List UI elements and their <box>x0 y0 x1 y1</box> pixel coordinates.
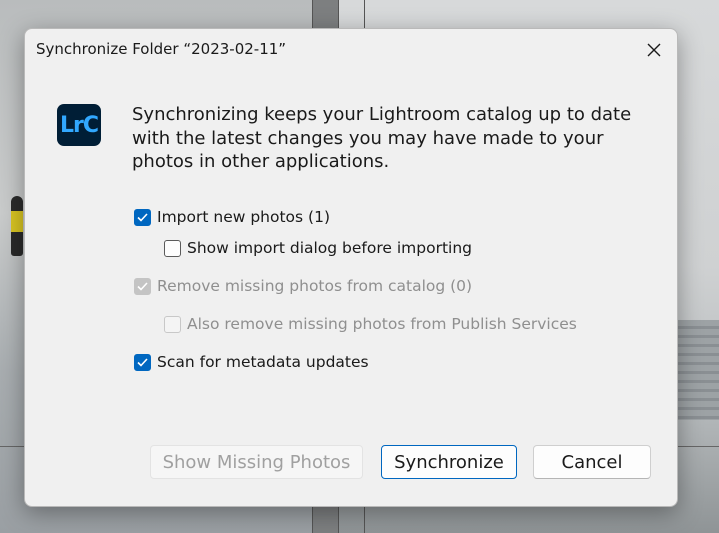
remove-missing-photos-option: Remove missing photos from catalog (0) <box>134 277 472 295</box>
remove-missing-photos-label: Remove missing photos from catalog (0) <box>157 277 473 295</box>
show-missing-photos-button: Show Missing Photos <box>150 445 363 479</box>
lightroom-classic-icon: LrC <box>57 104 101 146</box>
show-import-dialog-option[interactable]: Show import dialog before importing <box>164 239 472 257</box>
also-remove-publish-checkbox <box>164 315 181 333</box>
import-new-photos-checkbox[interactable] <box>134 208 151 226</box>
import-new-photos-option[interactable]: Import new photos (1) <box>134 208 330 226</box>
photo-water <box>678 320 719 420</box>
dialog-description: Synchronizing keeps your Lightroom catal… <box>132 104 632 172</box>
checkmark-icon <box>137 212 148 222</box>
dialog-title: Synchronize Folder “2023-02-11” <box>36 40 287 58</box>
photo-figure <box>11 196 23 256</box>
app-icon-text: LrC <box>59 112 99 138</box>
scan-metadata-label: Scan for metadata updates <box>157 353 369 371</box>
close-button[interactable] <box>639 37 669 63</box>
import-new-photos-label: Import new photos (1) <box>157 208 330 226</box>
also-remove-publish-label: Also remove missing photos from Publish … <box>187 315 577 333</box>
show-import-dialog-checkbox[interactable] <box>164 239 181 257</box>
show-import-dialog-label: Show import dialog before importing <box>187 239 473 257</box>
close-icon <box>647 43 661 57</box>
also-remove-publish-option: Also remove missing photos from Publish … <box>164 315 577 333</box>
checkmark-icon <box>137 281 148 291</box>
remove-missing-photos-checkbox <box>134 277 151 295</box>
scan-metadata-option[interactable]: Scan for metadata updates <box>134 353 369 371</box>
cancel-button[interactable]: Cancel <box>533 445 651 479</box>
checkmark-icon <box>137 357 148 367</box>
synchronize-button[interactable]: Synchronize <box>381 445 517 479</box>
synchronize-folder-dialog: Synchronize Folder “2023-02-11” LrC Sync… <box>24 28 678 507</box>
scan-metadata-checkbox[interactable] <box>134 353 151 371</box>
